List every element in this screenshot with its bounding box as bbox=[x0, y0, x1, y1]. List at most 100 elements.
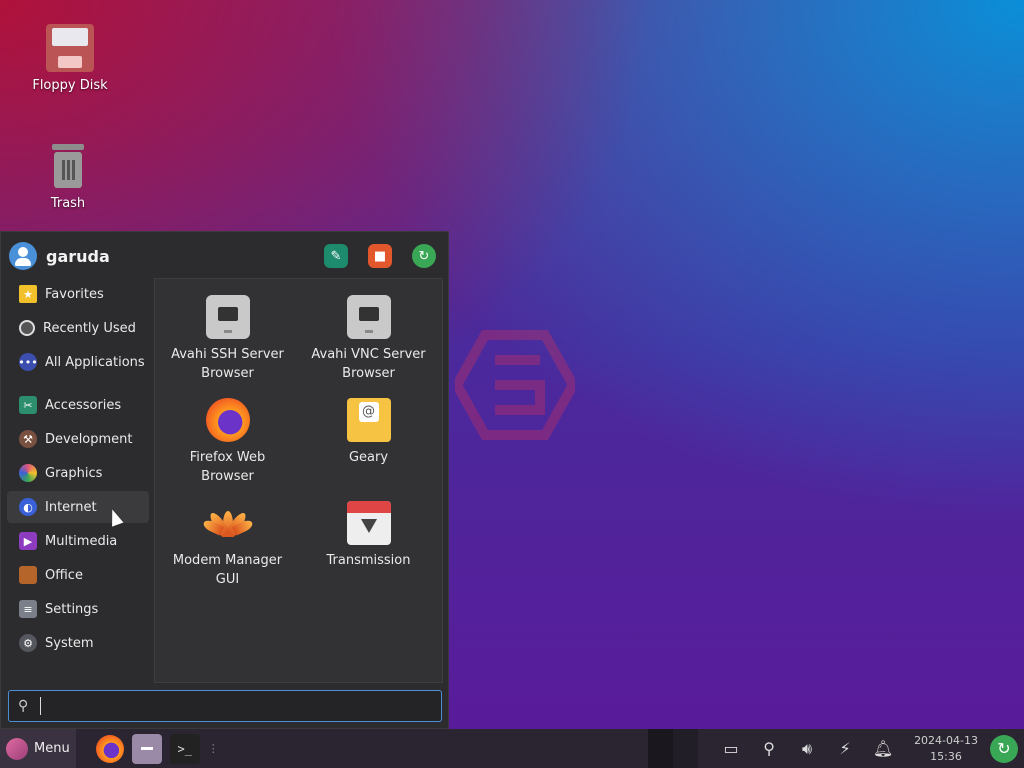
username: garuda bbox=[46, 246, 110, 266]
category-favorites[interactable]: ★ Favorites bbox=[7, 278, 149, 310]
menu-header: garuda ✎ ■ ↻ bbox=[9, 240, 440, 272]
category-label: Office bbox=[45, 567, 83, 583]
menu-button[interactable]: Menu bbox=[0, 729, 76, 768]
desktop-icon-trash[interactable]: Trash bbox=[18, 142, 118, 211]
logout-icon: ↻ bbox=[997, 739, 1011, 758]
modem-manager-icon bbox=[201, 501, 254, 545]
notification-bell-icon[interactable]: 🔔︎ bbox=[871, 737, 895, 761]
transmission-icon bbox=[346, 501, 391, 545]
category-label: Multimedia bbox=[45, 533, 118, 549]
app-label-line1: Geary bbox=[348, 450, 389, 465]
lock-screen-button[interactable]: ■ bbox=[368, 244, 392, 268]
category-system[interactable]: ⚙ System bbox=[7, 627, 149, 659]
network-icon bbox=[205, 295, 250, 339]
app-label-line1: Modem Manager bbox=[172, 553, 283, 568]
notification-hint-icon[interactable]: ⚲ bbox=[757, 737, 781, 761]
category-label: Accessories bbox=[45, 397, 122, 413]
app-label-line1: Firefox Web bbox=[189, 450, 266, 465]
app-label-line1: Avahi VNC Server bbox=[311, 347, 426, 362]
category-label: Recently Used bbox=[43, 320, 136, 336]
clock-time: 15:36 bbox=[930, 749, 962, 763]
category-label: Development bbox=[45, 431, 133, 447]
app-modem-manager[interactable]: Modem Manager GUI bbox=[157, 501, 298, 589]
logout-icon: ↻ bbox=[418, 248, 430, 264]
desktop-icon-floppy-disk[interactable]: Floppy Disk bbox=[20, 24, 120, 93]
clock-date: 2024-04-13 bbox=[914, 733, 978, 747]
lock-screen-icon: ■ bbox=[373, 248, 387, 264]
garuda-eagle-icon bbox=[6, 737, 28, 760]
briefcase-icon bbox=[19, 566, 37, 584]
trash-icon bbox=[44, 142, 92, 190]
taskbar: Menu >_ ⋮ ▭ ⚲ 🔊︎ ⚡ 🔔︎ 2024-04-13 15:36 ↻ bbox=[0, 729, 1024, 768]
system-tray: ▭ ⚲ 🔊︎ ⚡ 🔔︎ bbox=[712, 737, 902, 761]
taskbar-logout-button[interactable]: ↻ bbox=[990, 734, 1018, 763]
settings-manager-button[interactable]: ✎ bbox=[324, 244, 348, 268]
category-all-applications[interactable]: ••• All Applications bbox=[7, 346, 149, 378]
clock[interactable]: 2024-04-13 15:36 bbox=[914, 733, 978, 765]
search-icon: ⚲ bbox=[18, 698, 29, 714]
network-tray-icon[interactable]: ▭ bbox=[719, 737, 743, 761]
taskbar-firefox-launcher[interactable] bbox=[95, 734, 124, 763]
app-transmission[interactable]: Transmission bbox=[298, 501, 439, 570]
app-avahi-ssh-browser[interactable]: Avahi SSH Server Browser bbox=[157, 295, 298, 383]
category-label: Internet bbox=[45, 499, 97, 515]
battery-power-icon[interactable]: ⚡ bbox=[833, 737, 857, 761]
app-label-line2: Browser bbox=[201, 469, 254, 484]
star-icon: ★ bbox=[19, 285, 37, 303]
category-accessories[interactable]: ✂ Accessories bbox=[7, 389, 149, 421]
category-list: ★ Favorites Recently Used ••• All Applic… bbox=[7, 278, 149, 661]
app-label-line2: Browser bbox=[201, 366, 254, 381]
category-label: Favorites bbox=[45, 286, 104, 302]
settings-icon: ≡ bbox=[19, 600, 37, 618]
category-label: Graphics bbox=[45, 465, 103, 481]
system-icon: ⚙ bbox=[19, 634, 37, 652]
user-avatar-icon bbox=[9, 242, 37, 270]
desktop-icon-label: Floppy Disk bbox=[32, 78, 108, 93]
category-graphics[interactable]: Graphics bbox=[7, 457, 149, 489]
app-geary[interactable]: Geary bbox=[298, 398, 439, 467]
workspace-1[interactable] bbox=[648, 729, 674, 768]
app-avahi-vnc-browser[interactable]: Avahi VNC Server Browser bbox=[298, 295, 439, 383]
app-label-line2: Browser bbox=[342, 366, 395, 381]
volume-icon[interactable]: 🔊︎ bbox=[795, 737, 819, 761]
category-label: System bbox=[45, 635, 94, 651]
category-office[interactable]: Office bbox=[7, 559, 149, 591]
dots-icon: ••• bbox=[18, 353, 38, 371]
application-grid: Avahi SSH Server Browser Avahi VNC Serve… bbox=[154, 278, 443, 683]
workspace-switcher[interactable] bbox=[648, 729, 699, 768]
folder-icon bbox=[140, 747, 153, 750]
category-settings[interactable]: ≡ Settings bbox=[7, 593, 149, 625]
category-development[interactable]: ⚒ Development bbox=[7, 423, 149, 455]
taskbar-terminal-launcher[interactable]: >_ bbox=[169, 733, 200, 764]
floppy-disk-icon bbox=[46, 24, 94, 72]
logout-button[interactable]: ↻ bbox=[412, 244, 436, 268]
accessories-icon: ✂ bbox=[19, 396, 37, 414]
taskbar-separator-handle[interactable]: ⋮ bbox=[208, 742, 219, 755]
mail-icon bbox=[346, 398, 391, 442]
network-icon bbox=[346, 295, 391, 339]
globe-icon: ◐ bbox=[19, 498, 37, 516]
app-label-line1: Avahi SSH Server bbox=[171, 347, 284, 362]
menu-search-box[interactable]: ⚲ bbox=[8, 690, 442, 722]
search-input[interactable] bbox=[40, 697, 425, 715]
category-multimedia[interactable]: ▶ Multimedia bbox=[7, 525, 149, 557]
multimedia-icon: ▶ bbox=[19, 532, 37, 550]
app-label-line2: GUI bbox=[215, 572, 240, 587]
taskbar-file-manager-launcher[interactable] bbox=[131, 733, 162, 764]
category-label: All Applications bbox=[45, 354, 145, 370]
app-label-line1: Transmission bbox=[326, 553, 411, 568]
category-recently-used[interactable]: Recently Used bbox=[7, 312, 149, 344]
garuda-logo-watermark bbox=[455, 330, 575, 440]
desktop-icon-label: Trash bbox=[50, 196, 86, 211]
workspace-2[interactable] bbox=[673, 729, 699, 768]
graphics-icon bbox=[19, 464, 37, 482]
application-menu: garuda ✎ ■ ↻ ★ Favorites Recently Used •… bbox=[0, 231, 449, 729]
settings-manager-icon: ✎ bbox=[330, 248, 342, 264]
category-internet[interactable]: ◐ Internet bbox=[7, 491, 149, 523]
terminal-icon: >_ bbox=[177, 741, 192, 756]
firefox-icon bbox=[205, 398, 250, 442]
category-label: Settings bbox=[45, 601, 99, 617]
app-firefox[interactable]: Firefox Web Browser bbox=[157, 398, 298, 486]
clock-icon bbox=[19, 320, 35, 336]
menu-button-label: Menu bbox=[34, 741, 70, 756]
